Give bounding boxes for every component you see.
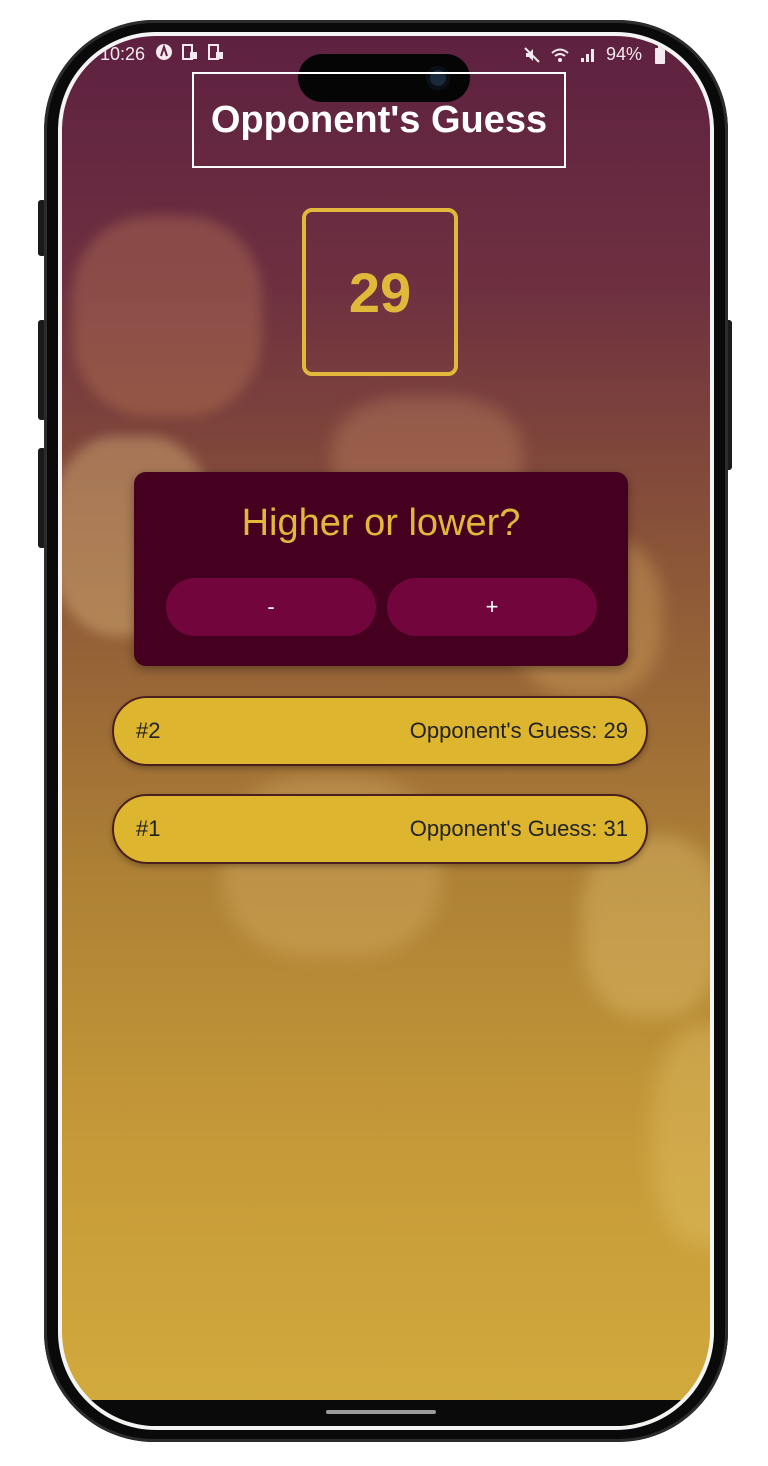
signal-icon — [578, 45, 598, 65]
cast-icon — [180, 42, 200, 62]
status-left-icons — [154, 42, 226, 62]
background-shape — [652, 1026, 710, 1246]
mute-icon — [522, 45, 542, 65]
list-item: #1 Opponent's Guess: 31 — [112, 794, 648, 864]
higher-button-label: + — [485, 594, 499, 619]
page-title: Opponent's Guess — [192, 72, 566, 168]
guess-value: 29 — [348, 260, 412, 324]
round-number: #1 — [136, 816, 161, 841]
list-item: #2 Opponent's Guess: 29 — [112, 696, 648, 766]
page-title-text: Opponent's Guess — [210, 98, 548, 141]
navigation-bar — [62, 1400, 710, 1426]
home-indicator[interactable] — [326, 1410, 436, 1414]
app-screen: 10:26 94% Opponent's Guess 29 Higher or … — [62, 36, 710, 1426]
lower-button[interactable]: - — [166, 578, 376, 636]
card-prompt: Higher or lower? — [241, 502, 521, 544]
status-time: 10:26 — [100, 44, 146, 64]
higher-button[interactable]: + — [387, 578, 597, 636]
higher-lower-card: Higher or lower? - + — [134, 472, 628, 666]
react-icon — [154, 42, 174, 62]
cast-icon — [206, 42, 226, 62]
background-shape — [72, 216, 262, 416]
status-right-icons: 94% — [522, 44, 670, 65]
battery-percent: 94% — [605, 44, 642, 64]
guess-text: Opponent's Guess: 29 — [409, 718, 628, 743]
battery-icon — [650, 44, 670, 65]
guess-display: 29 — [302, 208, 458, 376]
wifi-icon — [550, 45, 570, 65]
guess-text: Opponent's Guess: 31 — [409, 816, 628, 841]
round-number: #2 — [136, 718, 161, 743]
lower-button-label: - — [267, 594, 275, 619]
